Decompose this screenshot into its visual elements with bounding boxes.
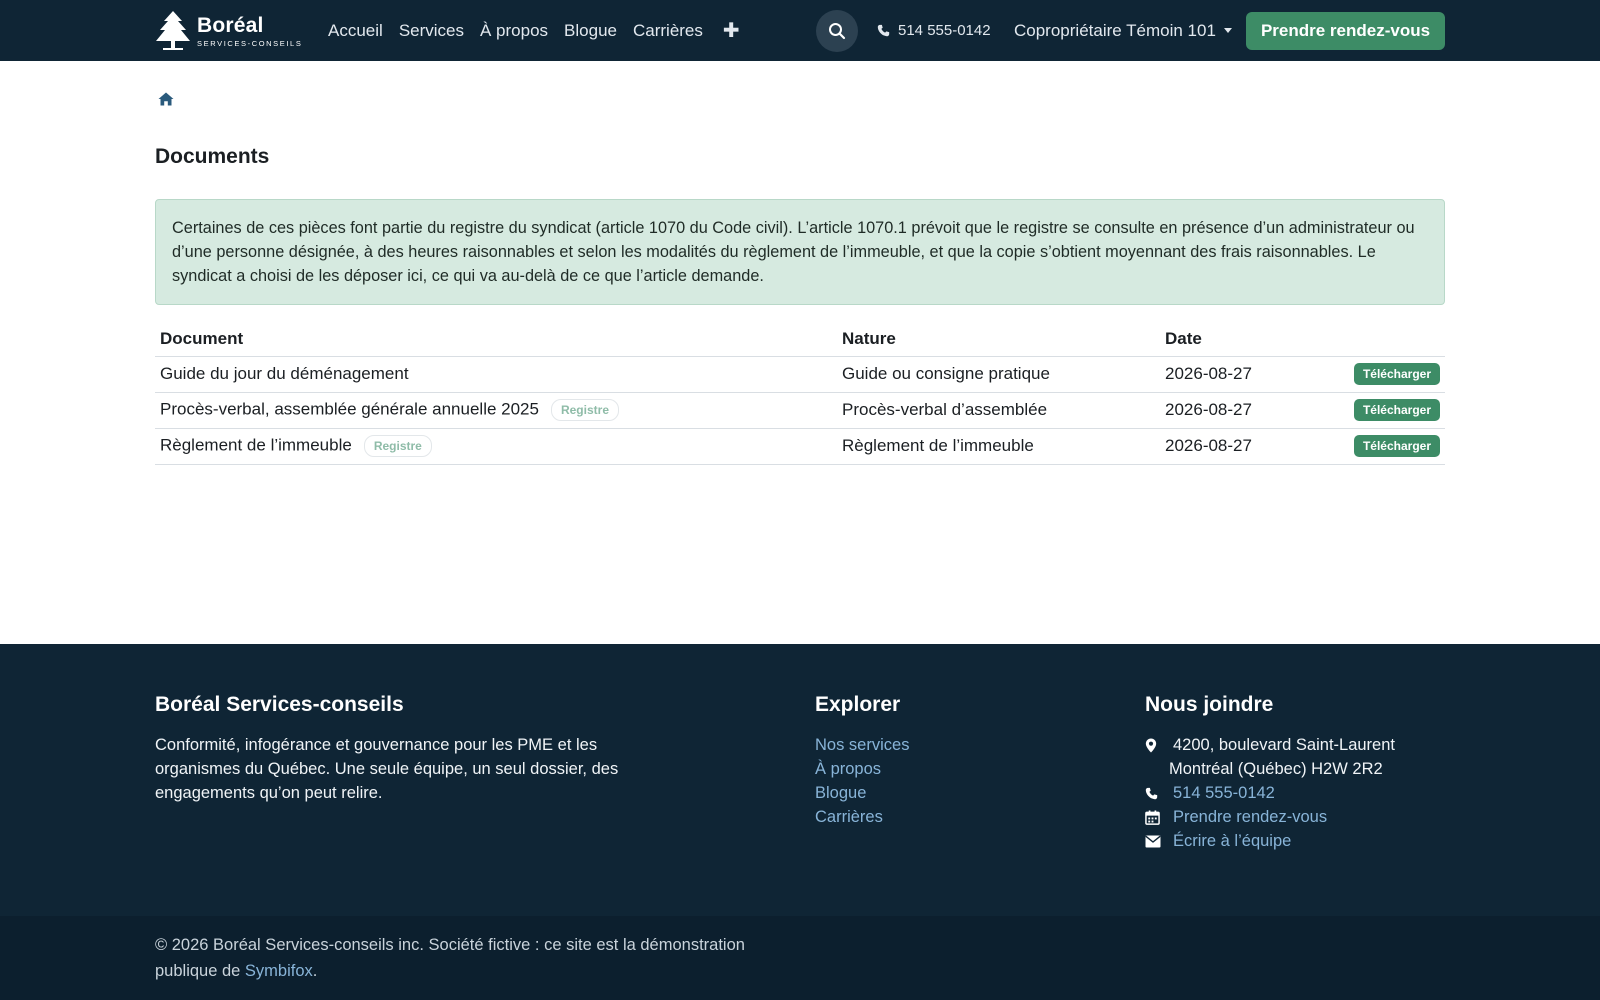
appointment-row: Prendre rendez-vous	[1145, 805, 1395, 829]
phone-icon	[1145, 781, 1173, 805]
envelope-icon	[1145, 829, 1173, 853]
download-button[interactable]: Télécharger	[1353, 435, 1440, 457]
brand-logo[interactable]: Boréal SERVICES-CONSEILS	[155, 10, 302, 52]
nav-accueil[interactable]: Accueil	[320, 21, 391, 41]
footer-appointment-link[interactable]: Prendre rendez-vous	[1173, 805, 1327, 829]
document-name: Procès-verbal, assemblée générale annuel…	[160, 399, 539, 419]
nav-carrieres[interactable]: Carrières	[625, 21, 711, 41]
document-cell: Procès-verbal, assemblée générale annuel…	[155, 392, 837, 429]
footer-link-blogue[interactable]: Blogue	[815, 781, 909, 805]
phone-row: 514 555-0142	[1145, 781, 1395, 805]
nav-services[interactable]: Services	[391, 21, 472, 41]
address-line1: 4200, boulevard Saint-Laurent	[1173, 736, 1395, 754]
action-cell: Télécharger	[1320, 356, 1445, 393]
address-line2: Montréal (Québec) H2W 2R2	[1169, 760, 1383, 778]
calendar-icon	[1145, 805, 1173, 829]
copyright-end: .	[312, 962, 318, 980]
more-plus-icon[interactable]: ✚	[715, 18, 748, 43]
document-name: Guide du jour du déménagement	[160, 364, 409, 383]
date-cell: 2026-08-27	[1160, 428, 1320, 465]
header-phone-link[interactable]: 514 555-0142	[877, 0, 991, 61]
document-name: Règlement de l’immeuble	[160, 435, 352, 455]
chevron-down-icon	[1223, 28, 1232, 33]
map-pin-icon	[1145, 733, 1173, 757]
user-menu-dropdown[interactable]: Copropriétaire Témoin 101	[1014, 0, 1232, 61]
nav-blogue[interactable]: Blogue	[556, 21, 625, 41]
top-navbar: Boréal SERVICES-CONSEILS Accueil Service…	[0, 0, 1600, 61]
footer-explore-links: Nos services À propos Blogue Carrières	[815, 733, 909, 829]
copyright-main: © 2026 Boréal Services-conseils inc. Soc…	[155, 936, 745, 980]
address-row: 4200, boulevard Saint-Laurent	[1145, 733, 1395, 757]
table-row: Guide du jour du déménagement Guide ou c…	[155, 356, 1445, 393]
main-nav: Accueil Services À propos Blogue Carrièr…	[320, 0, 748, 61]
email-row: Écrire à l’équipe	[1145, 829, 1395, 853]
document-cell: Guide du jour du déménagement	[155, 356, 837, 393]
action-cell: Télécharger	[1320, 392, 1445, 429]
breadcrumb	[158, 92, 174, 111]
footer-link-a-propos[interactable]: À propos	[815, 757, 909, 781]
document-cell: Règlement de l’immeuble Registre	[155, 428, 837, 465]
copyright-text: © 2026 Boréal Services-conseils inc. Soc…	[155, 932, 795, 984]
footer-link-carrieres[interactable]: Carrières	[815, 805, 909, 829]
nature-cell: Règlement de l’immeuble	[837, 428, 1160, 465]
registry-badge: Registre	[363, 435, 432, 457]
footer-explore-title: Explorer	[815, 693, 901, 716]
footer-contact-title: Nous joindre	[1145, 693, 1274, 716]
download-button[interactable]: Télécharger	[1353, 363, 1440, 385]
site-footer: Boréal Services-conseils Conformité, inf…	[0, 644, 1600, 916]
date-cell: 2026-08-27	[1160, 392, 1320, 429]
column-header-nature: Nature	[837, 322, 1160, 357]
footer-phone-link[interactable]: 514 555-0142	[1173, 781, 1275, 805]
documents-table: Document Nature Date Guide du jour du dé…	[155, 322, 1445, 465]
brand-tagline: SERVICES-CONSEILS	[197, 38, 303, 48]
user-name: Copropriétaire Témoin 101	[1014, 20, 1216, 40]
footer-about-title: Boréal Services-conseils	[155, 693, 404, 716]
table-row: Règlement de l’immeuble Registre Règlemen…	[155, 428, 1445, 465]
nav-a-propos[interactable]: À propos	[472, 21, 556, 41]
registry-badge: Registre	[550, 399, 619, 421]
footer-link-services[interactable]: Nos services	[815, 733, 909, 757]
nature-cell: Procès-verbal d’assemblée	[837, 392, 1160, 429]
registry-notice: Certaines de ces pièces font partie du r…	[155, 199, 1445, 305]
header-phone-text: 514 555-0142	[898, 22, 991, 39]
brand-name: Boréal	[197, 13, 264, 37]
table-header-row: Document Nature Date	[155, 322, 1445, 357]
pine-tree-icon	[156, 11, 190, 50]
page-title: Documents	[155, 145, 270, 168]
search-button[interactable]	[816, 10, 858, 52]
download-button[interactable]: Télécharger	[1353, 399, 1440, 421]
book-appointment-button[interactable]: Prendre rendez-vous	[1246, 12, 1445, 50]
footer-about-text: Conformité, infogérance et gouvernance p…	[155, 736, 619, 802]
footer-contact: 4200, boulevard Saint-Laurent Montréal (…	[1145, 733, 1395, 853]
date-cell: 2026-08-27	[1160, 356, 1320, 393]
action-cell: Télécharger	[1320, 428, 1445, 465]
column-header-actions	[1320, 322, 1445, 357]
table-row: Procès-verbal, assemblée générale annuel…	[155, 392, 1445, 429]
sub-footer: © 2026 Boréal Services-conseils inc. Soc…	[0, 916, 1600, 1000]
symbifox-link[interactable]: Symbifox	[245, 962, 313, 980]
home-icon[interactable]	[158, 92, 174, 106]
column-header-date: Date	[1160, 322, 1320, 357]
footer-email-link[interactable]: Écrire à l’équipe	[1173, 829, 1291, 853]
search-icon	[829, 23, 846, 40]
column-header-document: Document	[155, 322, 837, 357]
phone-icon	[877, 24, 890, 37]
nature-cell: Guide ou consigne pratique	[837, 356, 1160, 393]
